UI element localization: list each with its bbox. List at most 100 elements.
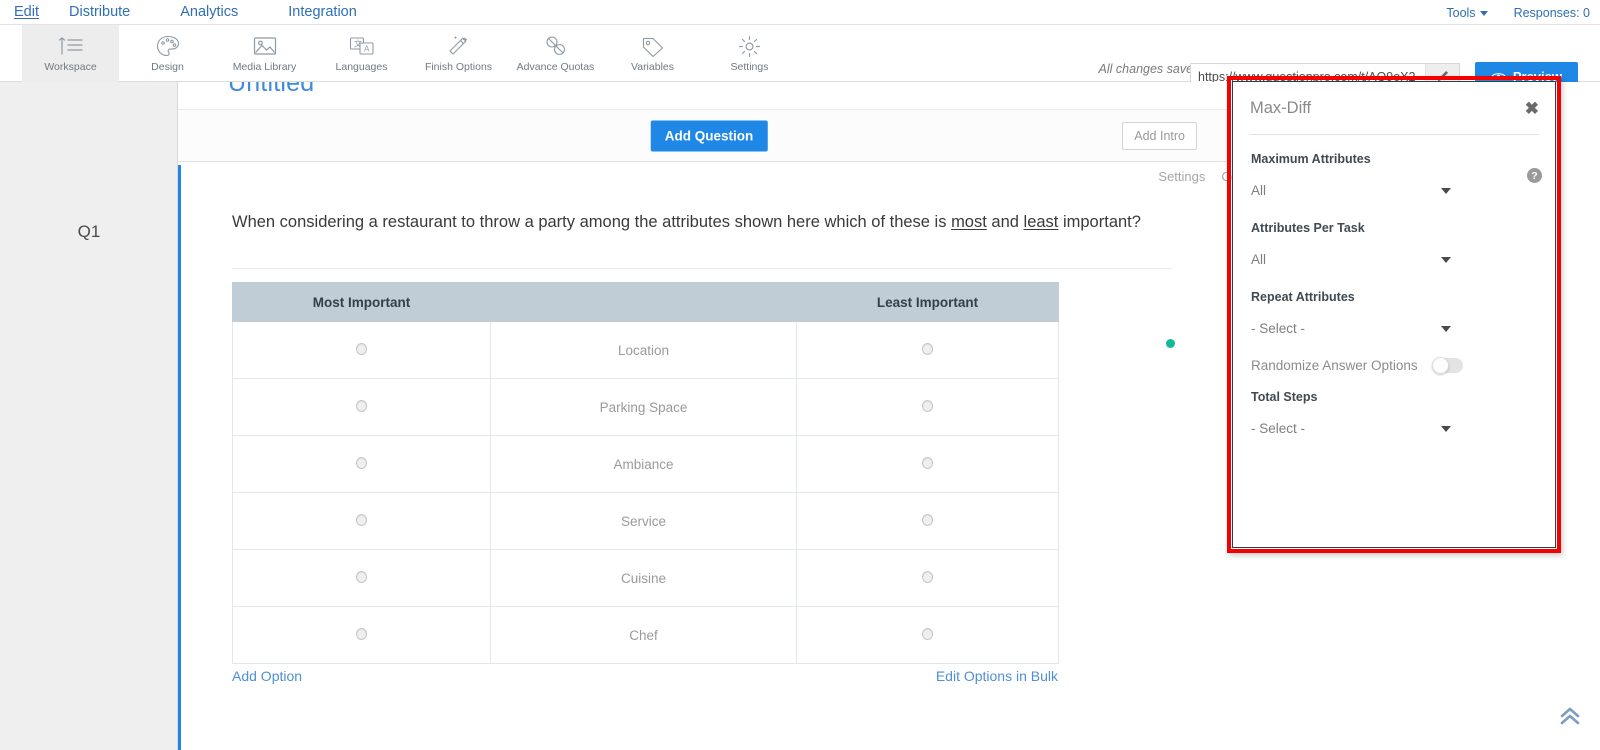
cell-least-radio[interactable] <box>796 492 1059 550</box>
radio-least-ambiance[interactable] <box>922 456 933 469</box>
select-repeat-attributes-value: - Select - <box>1251 320 1306 336</box>
label-total-steps: Total Steps <box>1251 390 1318 404</box>
radio-most-cuisine[interactable] <box>356 570 367 583</box>
chevron-down-icon <box>1441 326 1451 332</box>
radio-least-location[interactable] <box>922 342 933 355</box>
cell-least-radio[interactable] <box>796 606 1059 664</box>
cell-attribute-label[interactable]: Parking Space <box>490 378 797 436</box>
add-question-button[interactable]: Add Question <box>650 120 768 151</box>
cell-attribute-label[interactable]: Ambiance <box>490 435 797 493</box>
cell-most-radio[interactable] <box>232 378 491 436</box>
radio-least-chef[interactable] <box>922 627 933 640</box>
survey-title[interactable]: Untitled <box>228 82 314 98</box>
question-text-part3: important? <box>1058 213 1141 231</box>
cell-least-radio[interactable] <box>796 321 1059 379</box>
cell-least-radio[interactable] <box>796 549 1059 607</box>
maxdiff-settings-panel: Max-Diff ✖ ? Maximum Attributes All Attr… <box>1232 81 1556 548</box>
cell-most-radio[interactable] <box>232 435 491 493</box>
toolbar-item-variables[interactable]: Variables <box>604 25 701 82</box>
top-navigation-bar: Edit Distribute Analytics Integration To… <box>0 0 1600 25</box>
column-header-attribute <box>490 282 797 322</box>
randomize-answer-options-toggle[interactable] <box>1431 357 1463 374</box>
cell-least-radio[interactable] <box>796 435 1059 493</box>
top-nav-item-edit[interactable]: Edit <box>14 0 39 25</box>
label-repeat-attributes: Repeat Attributes <box>1251 290 1355 304</box>
toolbar-item-design[interactable]: Design <box>119 25 216 82</box>
toolbar-item-advance-quotas[interactable]: Advance Quotas <box>507 25 604 82</box>
question-settings-link[interactable]: Settings <box>1158 169 1205 184</box>
add-actions-bar: Add Question Add Intro <box>178 109 1240 162</box>
radio-most-location[interactable] <box>356 342 367 355</box>
toolbar-item-finish-options[interactable]: Finish Options <box>410 25 507 82</box>
question-text-part1: When considering a restaurant to throw a… <box>232 213 952 231</box>
panel-divider <box>1249 134 1539 135</box>
cell-attribute-label[interactable]: Chef <box>490 606 797 664</box>
toolbar-label-variables: Variables <box>631 61 674 73</box>
select-maximum-attributes-value: All <box>1251 182 1267 198</box>
tools-menu[interactable]: Tools <box>1446 6 1488 20</box>
add-option-link[interactable]: Add Option <box>232 668 302 684</box>
cell-least-radio[interactable] <box>796 378 1059 436</box>
randomize-answer-options-label: Randomize Answer Options <box>1251 358 1418 373</box>
radio-least-parking-space[interactable] <box>922 399 933 412</box>
toolbar-item-workspace[interactable]: Workspace <box>22 25 119 82</box>
editor-toolbar: Workspace Design Media Library 文 A Langu… <box>0 25 1600 91</box>
cell-attribute-label[interactable]: Location <box>490 321 797 379</box>
table-row: Ambiance <box>232 435 1059 493</box>
cell-most-radio[interactable] <box>232 492 491 550</box>
label-maximum-attributes: Maximum Attributes <box>1251 152 1371 166</box>
select-maximum-attributes[interactable]: All <box>1251 176 1537 204</box>
select-attributes-per-task[interactable]: All <box>1251 245 1537 273</box>
column-header-most-important: Most Important <box>232 282 491 322</box>
cell-attribute-label[interactable]: Cuisine <box>490 549 797 607</box>
sidebar-question-number[interactable]: Q1 <box>0 222 178 242</box>
panel-header: Max-Diff ✖ <box>1233 82 1555 134</box>
toolbar-label-workspace: Workspace <box>44 61 97 73</box>
chevron-down-icon <box>1479 10 1488 16</box>
cell-most-radio[interactable] <box>232 606 491 664</box>
top-nav-item-analytics[interactable]: Analytics <box>180 0 260 25</box>
close-icon[interactable]: ✖ <box>1525 100 1539 117</box>
toolbar-label-advance-quotas: Advance Quotas <box>516 61 595 73</box>
edit-options-in-bulk-link[interactable]: Edit Options in Bulk <box>936 668 1058 684</box>
svg-text:A: A <box>364 45 370 54</box>
chevron-down-icon <box>1441 426 1451 432</box>
workspace-icon <box>58 34 84 58</box>
radio-least-cuisine[interactable] <box>922 570 933 583</box>
table-row: Parking Space <box>232 378 1059 436</box>
app-root: Edit Distribute Analytics Integration To… <box>0 0 1600 750</box>
panel-body: ? Maximum Attributes All Attributes Per … <box>1233 152 1555 442</box>
top-nav-item-integration[interactable]: Integration <box>288 0 379 25</box>
add-intro-button[interactable]: Add Intro <box>1122 121 1197 150</box>
select-total-steps[interactable]: - Select - <box>1251 414 1537 442</box>
question-text-least: least <box>1023 213 1059 231</box>
radio-least-service[interactable] <box>922 513 933 526</box>
table-row: Location <box>232 321 1059 379</box>
cell-most-radio[interactable] <box>232 549 491 607</box>
toolbar-item-languages[interactable]: 文 A Languages <box>313 25 410 82</box>
table-header-row: Most Important Least Important <box>232 282 1059 322</box>
question-divider <box>232 268 1172 269</box>
select-repeat-attributes[interactable]: - Select - <box>1251 314 1537 342</box>
randomize-answer-options-row: Randomize Answer Options <box>1251 357 1537 374</box>
cell-most-radio[interactable] <box>232 321 491 379</box>
double-chevron-up-icon <box>1560 707 1580 725</box>
toolbar-item-media-library[interactable]: Media Library <box>216 25 313 82</box>
translate-icon: 文 A <box>349 34 375 58</box>
image-icon <box>253 34 277 58</box>
toggle-knob <box>1431 357 1449 374</box>
toolbar-item-settings[interactable]: Settings <box>701 25 798 82</box>
top-nav-item-distribute[interactable]: Distribute <box>69 0 152 25</box>
radio-most-parking-space[interactable] <box>356 399 367 412</box>
magic-wand-icon <box>447 34 471 58</box>
question-text[interactable]: When considering a restaurant to throw a… <box>232 209 1172 235</box>
toolbar-label-languages: Languages <box>335 61 388 73</box>
radio-most-service[interactable] <box>356 513 367 526</box>
radio-most-ambiance[interactable] <box>356 456 367 469</box>
table-row: Cuisine <box>232 549 1059 607</box>
scroll-to-top-button[interactable] <box>1557 705 1583 732</box>
radio-most-chef[interactable] <box>356 627 367 640</box>
cell-attribute-label[interactable]: Service <box>490 492 797 550</box>
toolbar-label-settings: Settings <box>730 61 769 73</box>
toolbar-label-media-library: Media Library <box>232 61 297 73</box>
